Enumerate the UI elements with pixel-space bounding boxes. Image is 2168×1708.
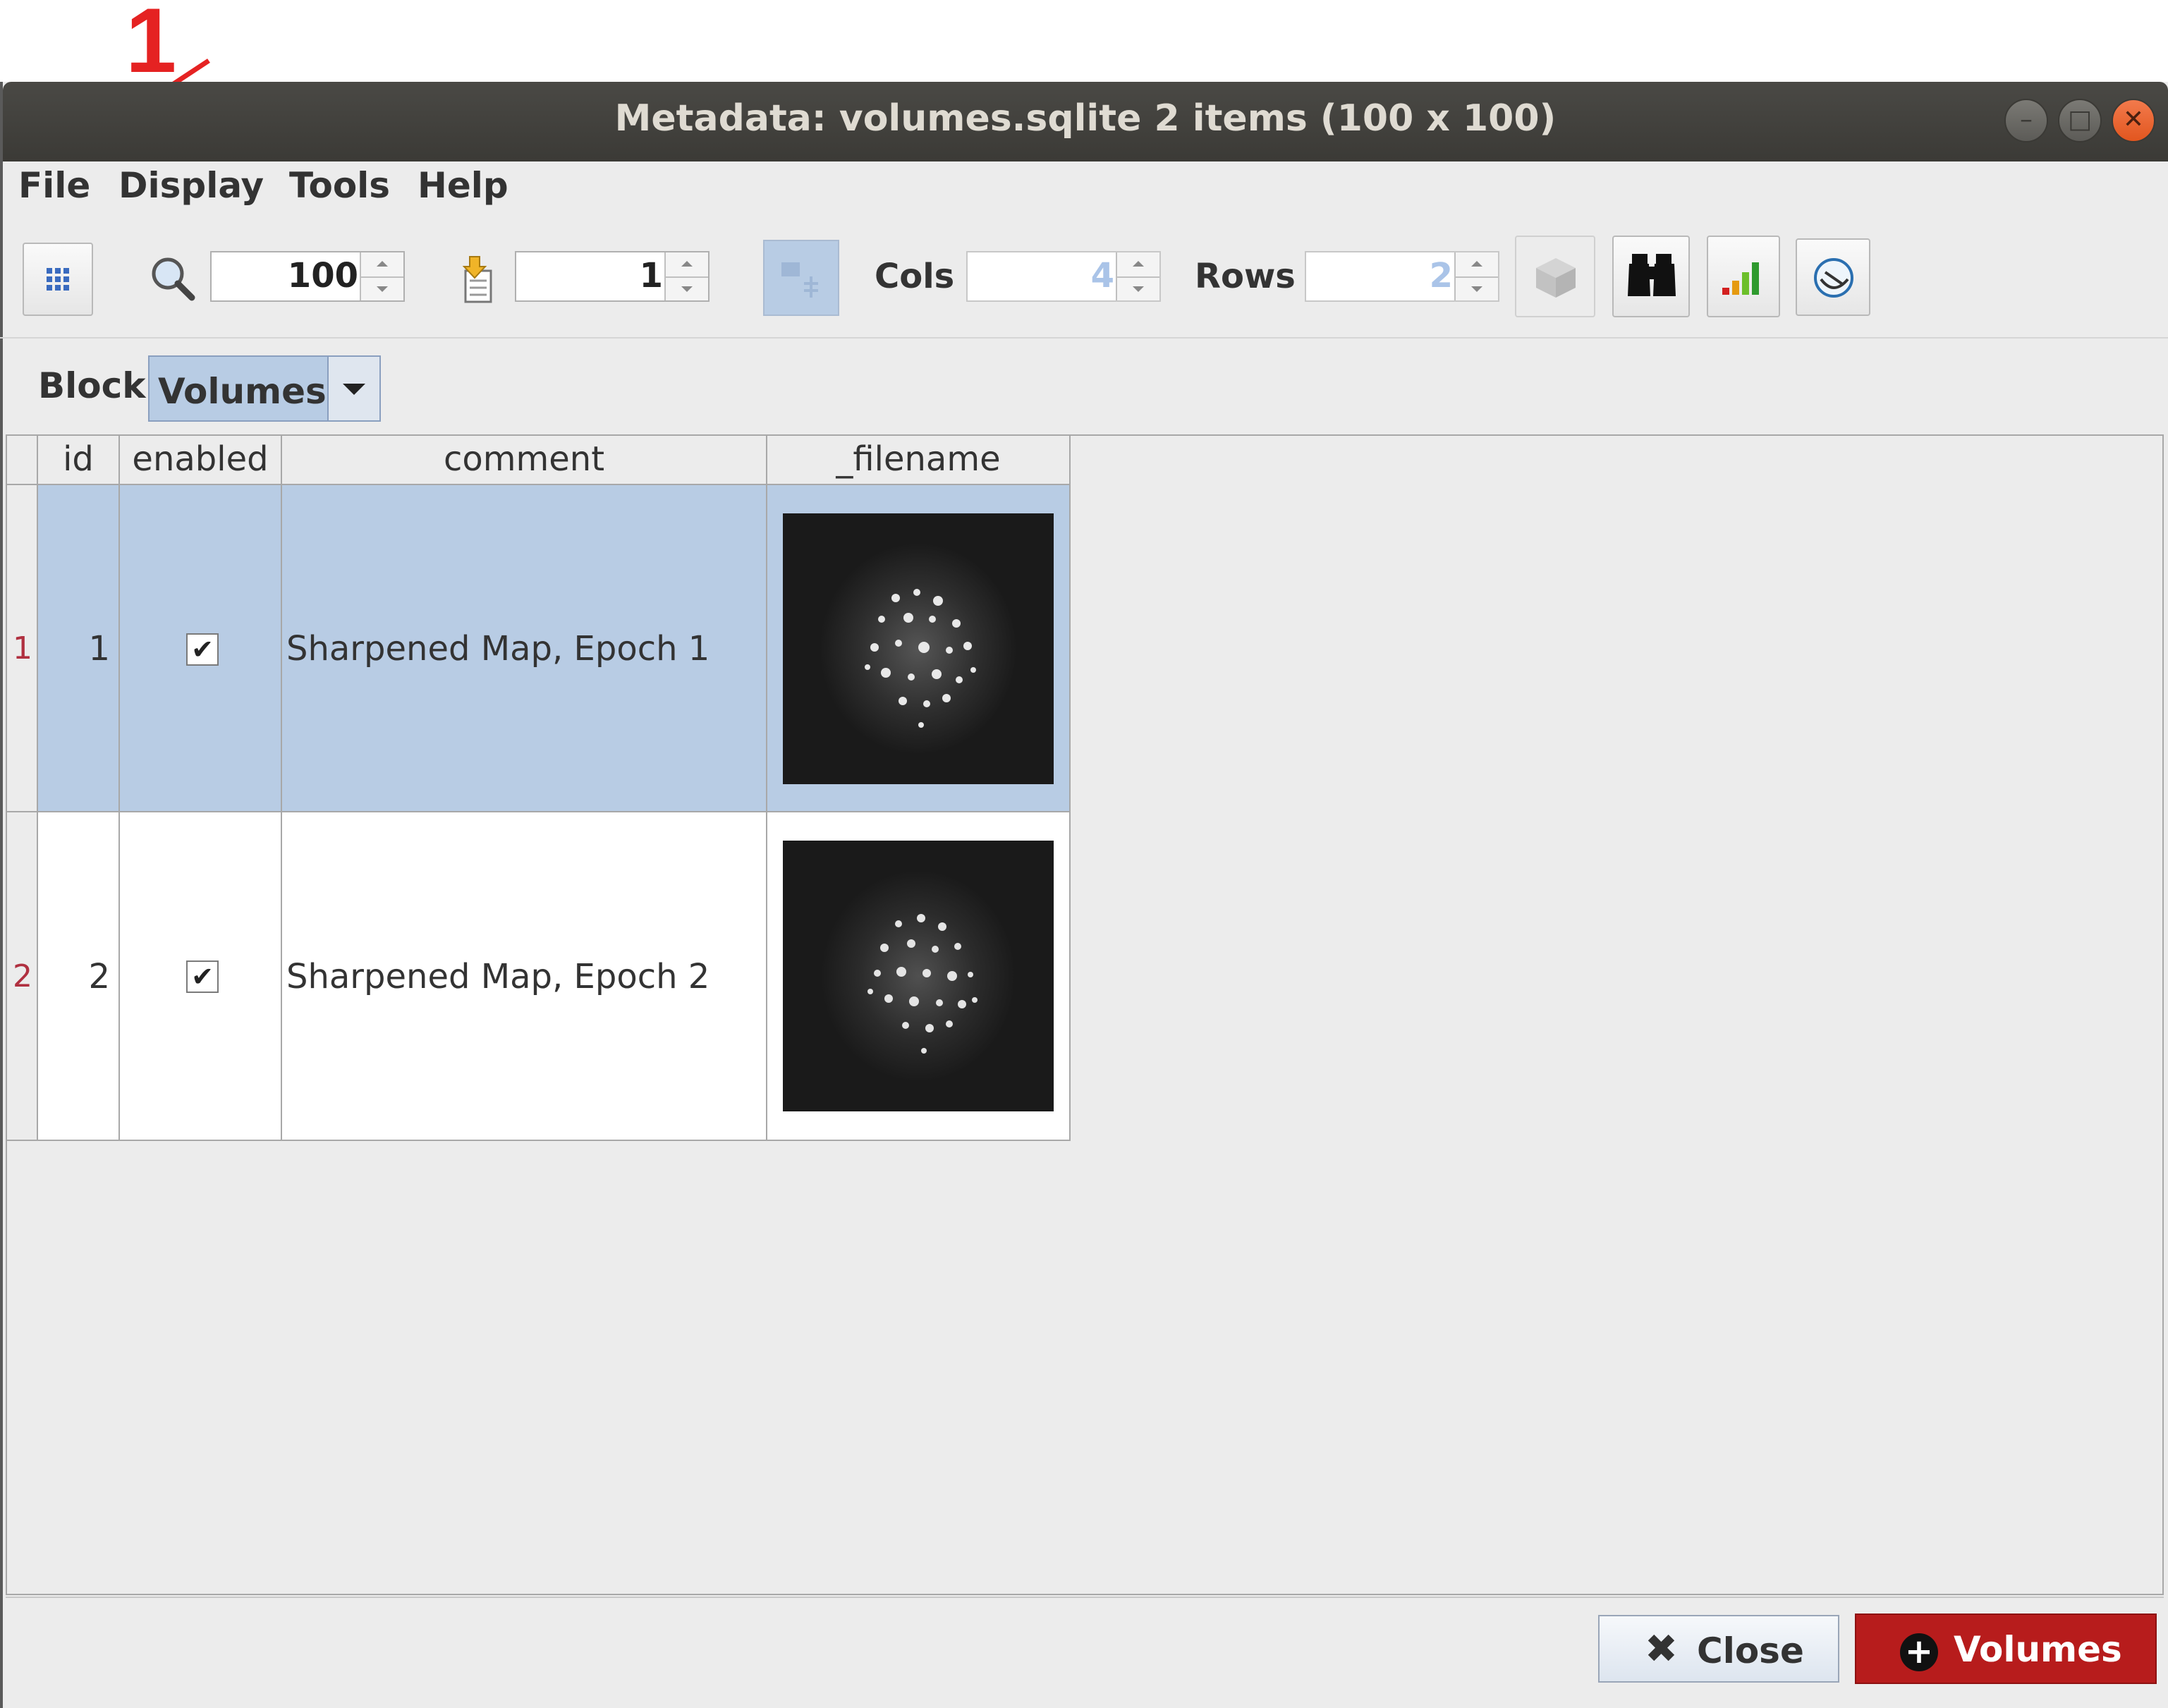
volumes-button-label: Volumes [1954,1629,2122,1670]
block-label: Block [38,365,146,406]
goto-item-icon [462,256,492,303]
close-icon: ✖ [1645,1626,1678,1672]
title-bar[interactable]: Metadata: volumes.sqlite 2 items (100 x … [3,82,2168,161]
menu-tools[interactable]: Tools [289,165,390,206]
window-title: Metadata: volumes.sqlite 2 items (100 x … [614,97,1557,140]
rows-value: 2 [1429,256,1453,295]
table-area: id enabled comment _filename 1 1 ✔ Sharp… [6,434,2164,1595]
row-number[interactable]: 2 [7,812,38,1141]
goto-spinner[interactable]: 1 [515,251,710,302]
refresh-button[interactable] [1796,238,1870,316]
bottom-separator [6,1597,2164,1598]
toolbar-separator [0,337,2168,338]
cols-stepper[interactable] [1116,252,1159,300]
menu-file[interactable]: File [18,165,90,206]
table-view-icon [781,262,818,298]
column-header-id[interactable]: id [38,436,120,485]
volume-thumbnail [783,841,1054,1111]
zoom-spinner[interactable]: 100 [210,251,405,302]
column-header-enabled[interactable]: enabled [120,436,282,485]
volume-thumbnail [783,513,1054,784]
cell-id[interactable]: 2 [38,812,120,1141]
menu-help[interactable]: Help [418,165,508,206]
enabled-checkbox[interactable]: ✔ [186,960,219,993]
minimize-icon[interactable]: – [2004,99,2048,142]
chevron-down-icon[interactable] [327,357,379,420]
close-icon[interactable]: ✕ [2112,99,2155,142]
table-view-button[interactable] [763,240,839,316]
block-selected-value: Volumes [158,371,327,412]
row-header-corner [7,436,38,485]
plot-button[interactable] [1707,236,1780,317]
goto-value: 1 [639,256,663,295]
refresh-icon [1814,258,1853,298]
find-button[interactable] [1612,236,1690,317]
cell-comment[interactable]: Sharpened Map, Epoch 2 [282,812,767,1141]
volumes-button[interactable]: + Volumes [1855,1614,2157,1684]
cell-enabled[interactable]: ✔ [120,485,282,812]
menu-display[interactable]: Display [118,165,264,206]
row-number[interactable]: 1 [7,485,38,812]
cols-label: Cols [875,257,955,296]
rows-stepper[interactable] [1454,252,1498,300]
cols-spinner[interactable]: 4 [966,251,1161,302]
block-dropdown[interactable]: Volumes [148,355,381,422]
column-header-comment[interactable]: comment [282,436,767,485]
close-button-label: Close [1697,1630,1804,1671]
cell-id[interactable]: 1 [38,485,120,812]
plus-circle-icon: + [1900,1633,1938,1671]
plot-icon [1722,262,1759,295]
find-icon [1628,254,1676,296]
rows-label: Rows [1195,257,1296,296]
grid-view-button[interactable] [23,243,93,316]
cell-filename[interactable] [767,812,1071,1141]
enabled-checkbox[interactable]: ✔ [186,633,219,666]
zoom-value: 100 [287,256,358,295]
goto-stepper[interactable] [664,252,708,300]
zoom-icon [152,257,195,301]
cell-enabled[interactable]: ✔ [120,812,282,1141]
cell-comment[interactable]: Sharpened Map, Epoch 1 [282,485,767,812]
grid-view-icon [47,268,69,291]
zoom-stepper[interactable] [360,252,403,300]
3d-view-icon [1536,258,1576,298]
rows-spinner[interactable]: 2 [1305,251,1499,302]
3d-view-button[interactable] [1515,236,1595,317]
cell-filename[interactable] [767,485,1071,812]
cols-value: 4 [1090,256,1114,295]
column-header-filename[interactable]: _filename [767,436,1071,485]
maximize-icon[interactable]: □ [2058,99,2102,142]
close-button[interactable]: ✖ Close [1598,1615,1839,1683]
